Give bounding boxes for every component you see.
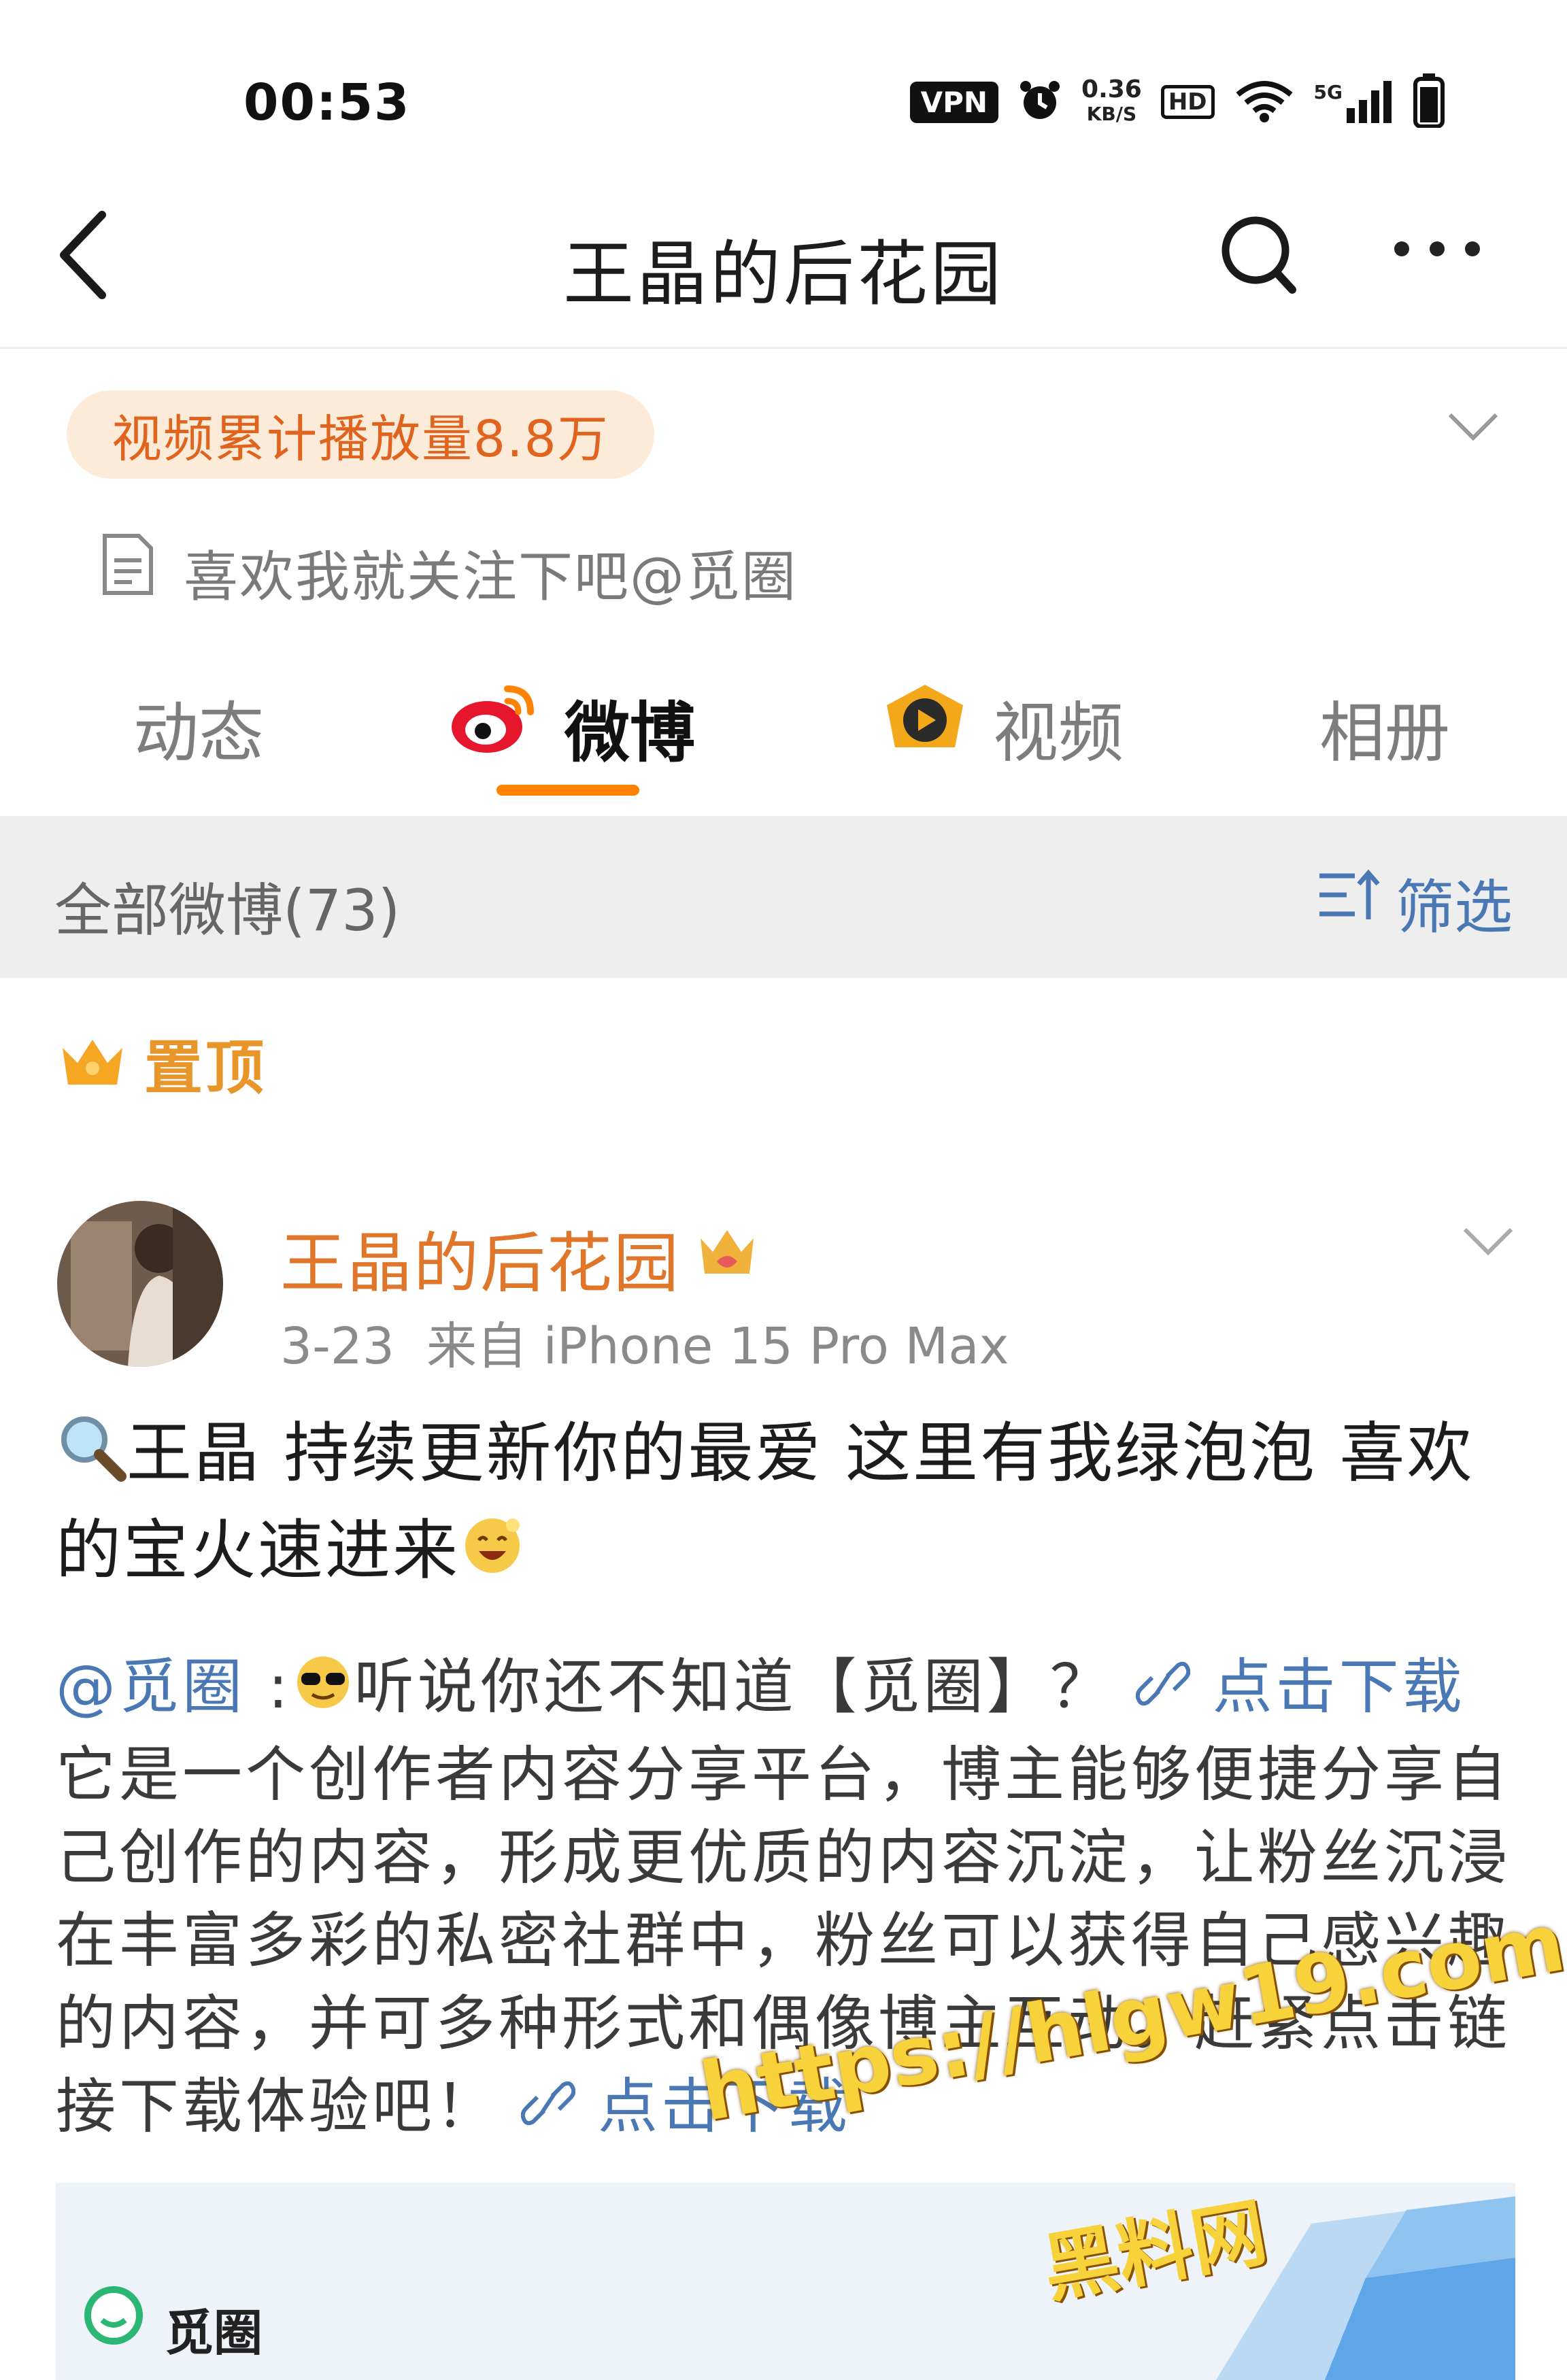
filter-button[interactable]: 筛选 [1317, 860, 1513, 945]
status-bar: 00:53 VPN 0.36 KB/S HD 5G [0, 0, 1567, 163]
magnifier-emoji-icon [56, 1411, 127, 1505]
post-source: 来自 iPhone 15 Pro Max [426, 1317, 1009, 1376]
link-card[interactable]: 觅圈 [56, 2183, 1515, 2380]
author-name[interactable]: 王晶的后花园 [280, 1210, 758, 1305]
cellular-signal-icon: 5G [1314, 81, 1394, 123]
pinned-tag: 置顶 [58, 1020, 267, 1105]
vpn-badge: VPN [909, 81, 999, 123]
crown-icon [58, 1034, 127, 1091]
top-nav-bar: 王晶的后花园 [0, 163, 1567, 349]
network-speed: 0.36 KB/S [1081, 78, 1142, 126]
filter-label: 筛选 [1396, 874, 1513, 942]
laughing-emoji-icon [460, 1509, 525, 1600]
speed-value: 0.36 [1081, 75, 1142, 103]
weibo-logo-icon [449, 682, 537, 772]
filter-bar: 全部微博(73) 筛选 [0, 816, 1567, 978]
post-meta: 3-23 来自 iPhone 15 Pro Max [280, 1306, 1009, 1378]
document-icon [101, 533, 155, 598]
link-icon [1135, 1652, 1213, 1722]
mention-tail-text: 听说你还不知道【觅圈】？ [354, 1652, 1113, 1722]
vip-crown-icon [696, 1220, 758, 1296]
author-name-text: 王晶的后花园 [280, 1225, 680, 1302]
tab-dynamic[interactable]: 动态 [133, 680, 264, 775]
post-count: 全部微博(73) [54, 877, 401, 944]
pinned-label: 置顶 [144, 1034, 267, 1102]
battery-icon [1413, 73, 1445, 131]
tab-video[interactable]: 视频 [884, 680, 1124, 775]
network-type: 5G [1313, 81, 1343, 103]
video-play-count-badge[interactable]: 视频累计播放量8.8万 [67, 390, 654, 479]
post-text-content: 王晶 持续更新你的最爱 这里有我绿泡泡 喜欢的宝火速进来 [56, 1415, 1475, 1588]
status-time: 00:53 [243, 73, 411, 132]
post-date: 3-23 [280, 1317, 394, 1376]
search-icon[interactable] [1217, 211, 1299, 302]
status-icons: VPN 0.36 KB/S HD 5G [909, 73, 1445, 131]
video-logo-icon [884, 682, 966, 772]
link-icon [520, 2071, 598, 2141]
chevron-down-icon[interactable] [1447, 409, 1499, 446]
filter-icon [1317, 868, 1382, 936]
mention-link[interactable]: @觅圈 [56, 1652, 246, 1722]
download-link-text: 点击下载 [1212, 1652, 1466, 1722]
profile-bio: 喜欢我就关注下吧@觅圈 [184, 545, 797, 609]
tab-label: 相册 [1319, 695, 1450, 771]
avatar[interactable] [57, 1201, 223, 1367]
card-app-name: 觅圈 [165, 2305, 263, 2362]
hd-badge: HD [1160, 85, 1215, 119]
tab-album[interactable]: 相册 [1319, 680, 1450, 775]
more-options-icon[interactable] [1394, 241, 1480, 256]
tab-label: 视频 [993, 695, 1124, 771]
profile-tabs: 动态 微博 视频 相册 [0, 653, 1567, 816]
page-title: 王晶的后花园 [562, 233, 1004, 316]
wifi-icon [1234, 78, 1295, 126]
active-tab-indicator [496, 785, 639, 796]
sunglasses-emoji-icon [292, 1650, 354, 1733]
post-text: 王晶 持续更新你的最爱 这里有我绿泡泡 喜欢的宝火速进来 [56, 1408, 1518, 1600]
tab-weibo[interactable]: 微博 [449, 680, 695, 775]
speed-unit: KB/S [1086, 103, 1137, 125]
app-logo-icon [83, 2285, 144, 2349]
tab-label: 微博 [565, 695, 695, 771]
download-link[interactable]: 点击下载 [1135, 1652, 1466, 1722]
alarm-icon [1017, 78, 1062, 126]
post-menu-chevron-icon[interactable] [1462, 1224, 1514, 1261]
tab-label: 动态 [133, 695, 264, 771]
